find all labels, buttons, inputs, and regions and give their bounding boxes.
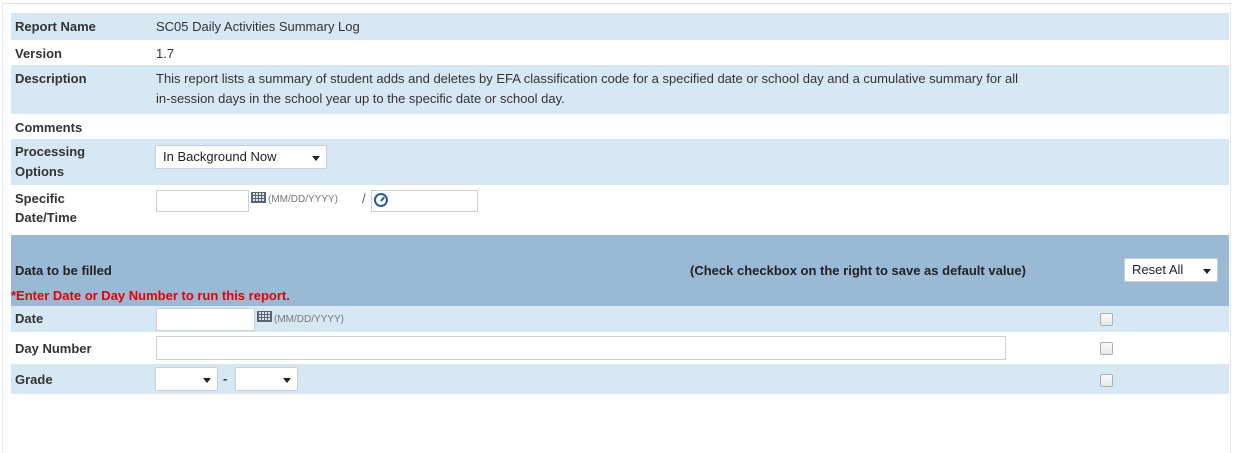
specific-date-input[interactable]	[156, 190, 249, 212]
chevron-down-icon	[283, 378, 291, 383]
specific-time-input[interactable]	[371, 190, 478, 212]
chevron-down-icon	[1203, 269, 1211, 274]
report-info-table: Report Name SC05 Daily Activities Summar…	[11, 13, 1229, 394]
grade-from-select[interactable]	[155, 367, 218, 391]
calendar-icon[interactable]	[257, 311, 272, 322]
date-format-hint: (MM/DD/YYYY)	[274, 314, 344, 325]
version-label: Version	[15, 46, 62, 61]
default-value-note: (Check checkbox on the right to save as …	[690, 263, 1026, 278]
day-number-default-checkbox[interactable]	[1100, 342, 1113, 355]
calendar-icon[interactable]	[251, 192, 266, 203]
data-section-title: Data to be filled	[15, 263, 112, 278]
date-default-checkbox[interactable]	[1100, 313, 1113, 326]
processing-options-select[interactable]: In Background Now	[155, 145, 327, 169]
description-label: Description	[15, 71, 87, 86]
date-param-row: Date (MM/DD/YYYY)	[11, 306, 1229, 332]
report-name-label: Report Name	[15, 19, 96, 34]
processing-options-selected: In Background Now	[163, 149, 277, 164]
grade-range-separator: -	[223, 371, 228, 386]
required-warning: *Enter Date or Day Number to run this re…	[11, 288, 290, 303]
clock-icon[interactable]	[374, 193, 388, 207]
day-number-input[interactable]	[156, 336, 1006, 360]
processing-options-label-line-1: Processing	[15, 144, 86, 159]
version-row: Version 1.7	[11, 40, 1229, 65]
data-section-header: Data to be filled (Check checkbox on the…	[11, 235, 1229, 306]
report-name-value: SC05 Daily Activities Summary Log	[156, 19, 360, 34]
date-time-separator: /	[362, 191, 366, 206]
reset-select[interactable]: Reset All	[1124, 258, 1218, 282]
specific-date-time-label-line-1: Specific	[15, 191, 65, 206]
grade-param-row: Grade -	[11, 364, 1229, 394]
comments-label: Comments	[15, 120, 83, 135]
description-row: Description This report lists a summary …	[11, 65, 1229, 114]
date-label: Date	[15, 311, 44, 326]
chevron-down-icon	[312, 156, 320, 161]
day-number-param-row: Day Number	[11, 332, 1229, 364]
reset-selected: Reset All	[1132, 262, 1184, 277]
specific-date-time-row: Specific Date/Time (MM/DD/YYYY) /	[11, 185, 1229, 235]
grade-to-select[interactable]	[235, 367, 298, 391]
day-number-label: Day Number	[15, 341, 92, 356]
description-line-2: in-session days in the school year up to…	[156, 91, 565, 106]
grade-default-checkbox[interactable]	[1100, 374, 1113, 387]
comments-row: Comments	[11, 114, 1229, 139]
specific-date-time-label-line-2: Date/Time	[15, 210, 77, 225]
date-input[interactable]	[156, 308, 255, 331]
specific-date-format-hint: (MM/DD/YYYY)	[268, 194, 338, 205]
report-name-row: Report Name SC05 Daily Activities Summar…	[11, 13, 1229, 40]
description-line-1: This report lists a summary of student a…	[156, 71, 1019, 86]
processing-options-row: Processing Options In Background Now	[11, 139, 1229, 185]
chevron-down-icon	[203, 378, 211, 383]
processing-options-label-line-2: Options	[15, 164, 65, 179]
grade-label: Grade	[15, 372, 53, 387]
version-value: 1.7	[156, 46, 175, 61]
